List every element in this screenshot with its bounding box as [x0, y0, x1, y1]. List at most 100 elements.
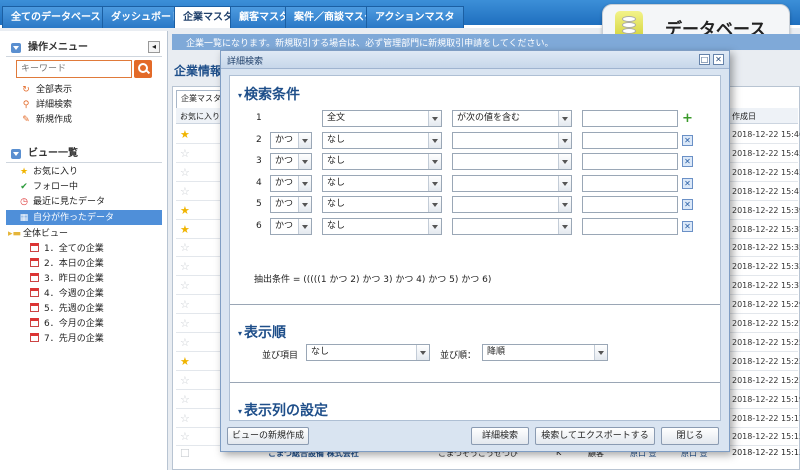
menu-show-all[interactable]: ↻ 全部表示	[20, 83, 72, 97]
created-date-cell: 2018-12-22 15:21	[732, 375, 800, 385]
nav-tab-action-master[interactable]: アクションマスタ	[366, 6, 464, 28]
star-icon[interactable]: ☆	[180, 241, 190, 254]
view-following[interactable]: ✔ フォロー中	[18, 180, 78, 194]
add-icon[interactable]: +	[682, 112, 693, 125]
star-icon[interactable]: ☆	[180, 336, 190, 349]
conjunction-select[interactable]: かつ	[270, 217, 312, 235]
star-icon[interactable]: ☆	[180, 317, 190, 330]
field-select[interactable]: なし	[322, 217, 442, 235]
subview-item[interactable]: 7．先月の企業	[30, 332, 104, 346]
operator-select[interactable]	[452, 174, 572, 192]
remove-icon[interactable]: ✕	[682, 134, 693, 146]
value-input[interactable]	[582, 217, 678, 235]
chevron-down-icon	[558, 197, 571, 212]
display-order-title[interactable]: 表示順	[238, 322, 286, 342]
star-icon[interactable]: ☆	[180, 260, 190, 273]
operator-select[interactable]	[452, 217, 572, 235]
view-recently-viewed[interactable]: ◷ 最近に見たデータ	[18, 195, 105, 209]
conjunction-select[interactable]: かつ	[270, 174, 312, 192]
dialog-title: 詳細検索	[227, 57, 264, 67]
created-date-cell: 2018-12-22 15:31	[732, 281, 800, 291]
remove-icon[interactable]: ✕	[682, 156, 693, 167]
advanced-search-button[interactable]: 詳細検索	[471, 427, 529, 445]
close-icon[interactable]: ✕	[713, 54, 724, 65]
dialog-title-bar[interactable]: 詳細検索 □ ✕	[221, 51, 729, 69]
conjunction-select[interactable]: かつ	[270, 153, 312, 170]
menu-advanced-search[interactable]: ⚲ 詳細検索	[20, 98, 72, 112]
operator-select[interactable]	[452, 196, 572, 213]
sort-order-select[interactable]: 降順	[482, 344, 608, 361]
condition-number: 2	[256, 134, 262, 145]
created-date-cell: 2018-12-22 15:35	[732, 243, 800, 253]
created-date-column-header[interactable]: 作成日	[732, 111, 756, 122]
new-view-button[interactable]: ビューの新規作成	[227, 427, 309, 445]
created-date-cell: 2018-12-22 15:15	[732, 432, 800, 442]
chevron-down-icon	[428, 175, 441, 191]
star-icon[interactable]: ★	[180, 128, 190, 141]
value-input[interactable]	[582, 131, 678, 149]
calendar-icon	[30, 243, 39, 252]
star-icon[interactable]: ☆	[180, 147, 190, 160]
value-input[interactable]	[582, 110, 678, 127]
value-input[interactable]	[582, 196, 678, 213]
advanced-search-dialog: 詳細検索 □ ✕ 検索条件 1全文が次の値を含む+2かつなし✕3かつなし✕4かつ…	[220, 50, 730, 452]
subview-item[interactable]: 2．本日の企業	[30, 257, 104, 271]
collapse-sidebar-button[interactable]: ◂	[148, 41, 160, 53]
value-input[interactable]	[582, 174, 678, 192]
star-icon[interactable]: ☆	[180, 430, 190, 443]
created-date-cell: 2018-12-22 15:43	[732, 167, 800, 177]
field-select[interactable]: なし	[322, 196, 442, 213]
condition-number: 4	[256, 177, 262, 188]
field-select[interactable]: なし	[322, 131, 442, 149]
search-conditions-title[interactable]: 検索条件	[238, 84, 300, 104]
star-icon[interactable]: ☆	[180, 298, 190, 311]
created-date-cell: 2018-12-22 15:27	[732, 319, 800, 328]
favorite-column-header[interactable]: お気に入り	[180, 111, 220, 122]
sort-item-select[interactable]: なし	[306, 344, 430, 361]
field-select[interactable]: なし	[322, 153, 442, 170]
star-icon[interactable]: ★	[180, 223, 190, 236]
field-select[interactable]: 全文	[322, 110, 442, 127]
menu-create-new[interactable]: ✎ 新規作成	[20, 113, 72, 127]
divider	[230, 382, 720, 383]
view-list-header[interactable]: ビュー一覧	[6, 145, 162, 163]
star-icon[interactable]: ☆	[180, 279, 190, 292]
view-my-data[interactable]: ▦ 自分が作ったデータ	[18, 211, 114, 225]
remove-icon[interactable]: ✕	[682, 220, 693, 232]
operations-menu-header[interactable]: 操作メニュー	[6, 39, 162, 57]
field-select[interactable]: なし	[322, 174, 442, 192]
maximize-icon[interactable]: □	[699, 54, 710, 65]
view-all-folder[interactable]: ▸▬ 全体ビュー	[8, 227, 68, 241]
subview-item[interactable]: 4．今週の企業	[30, 287, 104, 301]
star-icon[interactable]: ☆	[180, 185, 190, 198]
star-icon[interactable]: ☆	[180, 412, 190, 425]
star-icon[interactable]: ★	[180, 355, 190, 368]
operator-select[interactable]: が次の値を含む	[452, 110, 572, 127]
keyword-search-input[interactable]	[16, 60, 132, 78]
created-date-cell: 2018-12-22 15:37	[732, 224, 800, 234]
list-tab[interactable]: 企業マスタ	[176, 90, 226, 108]
subview-item[interactable]: 3．昨日の企業	[30, 272, 104, 286]
conjunction-select[interactable]: かつ	[270, 131, 312, 149]
search-icon[interactable]	[134, 60, 152, 78]
created-date-cell: 2018-12-22 15:41	[732, 186, 800, 196]
remove-icon[interactable]: ✕	[682, 177, 693, 189]
conjunction-select[interactable]: かつ	[270, 196, 312, 213]
subview-item[interactable]: 6．今月の企業	[30, 317, 104, 331]
star-icon: ★	[19, 167, 29, 177]
search-export-button[interactable]: 検索してエクスポートする	[535, 427, 655, 445]
subview-item[interactable]: 5．先週の企業	[30, 302, 104, 316]
close-button[interactable]: 閉じる	[661, 427, 719, 445]
remove-icon[interactable]: ✕	[682, 199, 693, 210]
column-settings-title[interactable]: 表示列の設定	[238, 400, 328, 420]
operator-select[interactable]	[452, 153, 572, 170]
star-icon[interactable]: ☆	[180, 166, 190, 179]
star-icon[interactable]: ☆	[180, 374, 190, 387]
operator-select[interactable]	[452, 131, 572, 149]
subview-item[interactable]: 1．全ての企業	[30, 242, 104, 256]
star-icon[interactable]: ★	[180, 204, 190, 217]
star-icon[interactable]: ☐	[180, 447, 190, 460]
view-favorites[interactable]: ★ お気に入り	[18, 165, 78, 179]
star-icon[interactable]: ☆	[180, 393, 190, 406]
value-input[interactable]	[582, 153, 678, 170]
